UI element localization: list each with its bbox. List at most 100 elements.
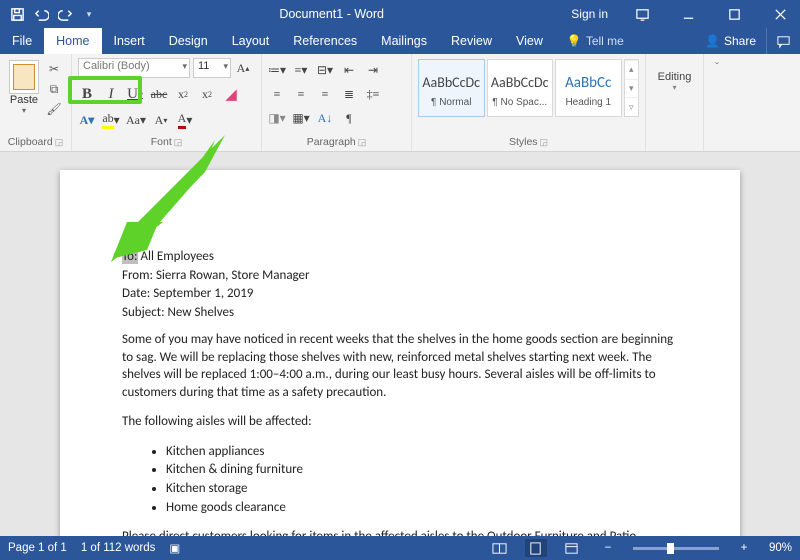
zoom-level[interactable]: 90%	[769, 542, 792, 554]
group-label-font: Font	[151, 136, 172, 148]
proofing-icon[interactable]: ▣	[169, 541, 180, 555]
group-editing: Editing▾	[646, 54, 704, 151]
sort-icon[interactable]: A↓	[316, 108, 334, 128]
quick-access-toolbar: ▾	[6, 3, 100, 25]
line-to[interactable]: To: All Employees	[122, 248, 678, 266]
change-case-icon[interactable]: Aa▾	[126, 110, 146, 130]
cut-icon[interactable]: ✂	[45, 61, 63, 77]
collapse-ribbon-icon[interactable]: ˇ	[704, 54, 730, 151]
styles-launcher-icon[interactable]: ◲	[540, 137, 549, 148]
web-layout-icon[interactable]	[561, 539, 583, 557]
tab-mailings[interactable]: Mailings	[369, 28, 439, 54]
ribbon: Paste ▾ ✂ ⧉ 🖌 Clipboard ◲ Calibri (Body)…	[0, 54, 800, 152]
borders-icon[interactable]: ▦▾	[292, 108, 310, 128]
tab-layout[interactable]: Layout	[220, 28, 282, 54]
style-heading-1[interactable]: AaBbCc Heading 1	[555, 59, 622, 117]
align-center-icon[interactable]: ≡	[292, 84, 310, 104]
decrease-indent-icon[interactable]: ⇤	[340, 60, 358, 80]
tab-home[interactable]: Home	[44, 28, 101, 54]
zoom-in-button[interactable]: +	[733, 539, 755, 557]
font-size-combo[interactable]: 11▾	[193, 58, 231, 78]
tab-view[interactable]: View	[504, 28, 555, 54]
share-button[interactable]: 👤Share	[695, 28, 766, 54]
status-word-count[interactable]: 1 of 112 words	[81, 542, 156, 554]
list-item[interactable]: Home goods clearance	[166, 499, 678, 517]
paste-button[interactable]: Paste ▾	[6, 57, 42, 123]
format-painter-icon[interactable]: 🖌	[45, 101, 63, 117]
line-from[interactable]: From: Sierra Rowan, Store Manager	[122, 267, 678, 285]
print-layout-icon[interactable]	[525, 539, 547, 557]
list-item[interactable]: Kitchen storage	[166, 480, 678, 498]
group-styles: AaBbCcDc ¶ Normal AaBbCcDc ¶ No Spac... …	[412, 54, 646, 151]
numbering-icon[interactable]: ≡▾	[292, 60, 310, 80]
font-name-combo[interactable]: Calibri (Body)▾	[78, 58, 190, 78]
undo-icon[interactable]	[30, 3, 52, 25]
line-date[interactable]: Date: September 1, 2019	[122, 285, 678, 303]
shading-icon[interactable]: ◨▾	[268, 108, 286, 128]
subscript-button[interactable]: x2	[174, 84, 192, 104]
tab-references[interactable]: References	[281, 28, 369, 54]
line-spacing-icon[interactable]: ‡≡	[364, 84, 382, 104]
text-effects-icon[interactable]: A▾	[78, 110, 96, 130]
editing-dropdown[interactable]: Editing▾	[652, 57, 697, 92]
bold-button[interactable]: B	[78, 84, 96, 104]
maximize-button[interactable]	[714, 0, 754, 28]
clear-formatting-icon[interactable]: ◢	[222, 84, 240, 104]
to-label-selected: To:	[122, 249, 138, 264]
read-mode-icon[interactable]	[489, 539, 511, 557]
multilevel-list-icon[interactable]: ⊟▾	[316, 60, 334, 80]
body-paragraph-2[interactable]: The following aisles will be affected:	[122, 413, 678, 431]
clipboard-launcher-icon[interactable]: ◲	[55, 137, 64, 148]
zoom-slider[interactable]	[633, 547, 719, 550]
tab-file[interactable]: File	[0, 28, 44, 54]
style-normal[interactable]: AaBbCcDc ¶ Normal	[418, 59, 485, 117]
highlight-color-icon[interactable]: ab▾	[102, 110, 120, 130]
ribbon-display-options-icon[interactable]	[622, 0, 662, 28]
redo-icon[interactable]	[54, 3, 76, 25]
body-paragraph-3[interactable]: Please direct customers looking for item…	[122, 528, 678, 536]
italic-button[interactable]: I	[102, 84, 120, 104]
group-label-paragraph: Paragraph	[307, 136, 356, 148]
show-hide-icon[interactable]: ¶	[340, 108, 358, 128]
body-paragraph-1[interactable]: Some of you may have noticed in recent w…	[122, 331, 678, 401]
paragraph-launcher-icon[interactable]: ◲	[358, 137, 367, 148]
list-item[interactable]: Kitchen appliances	[166, 443, 678, 461]
sign-in-link[interactable]: Sign in	[563, 7, 616, 21]
font-launcher-icon[interactable]: ◲	[174, 137, 183, 148]
share-icon: 👤	[705, 34, 720, 48]
ribbon-tabs: File Home Insert Design Layout Reference…	[0, 28, 800, 54]
status-page[interactable]: Page 1 of 1	[8, 542, 67, 554]
grow-font-icon[interactable]: A▴	[234, 58, 252, 78]
bullets-icon[interactable]: ≔▾	[268, 60, 286, 80]
group-paragraph: ≔▾ ≡▾ ⊟▾ ⇤ ⇥ ≡ ≡ ≡ ≣ ‡≡ ◨▾ ▦▾ A↓ ¶ Parag…	[262, 54, 412, 151]
save-icon[interactable]	[6, 3, 28, 25]
strikethrough-button[interactable]: abc	[150, 84, 168, 104]
tell-me-input[interactable]: 💡Tell me	[555, 28, 636, 54]
copy-icon[interactable]: ⧉	[45, 81, 63, 97]
font-color-icon[interactable]: A▾	[176, 110, 194, 130]
superscript-button[interactable]: x2	[198, 84, 216, 104]
justify-icon[interactable]: ≣	[340, 84, 358, 104]
align-right-icon[interactable]: ≡	[316, 84, 334, 104]
align-left-icon[interactable]: ≡	[268, 84, 286, 104]
comments-pane-icon[interactable]	[766, 28, 800, 54]
group-label-styles: Styles	[509, 136, 538, 148]
tab-review[interactable]: Review	[439, 28, 504, 54]
list-item[interactable]: Kitchen & dining furniture	[166, 461, 678, 479]
zoom-out-button[interactable]: −	[597, 539, 619, 557]
line-subject[interactable]: Subject: New Shelves	[122, 304, 678, 322]
qat-customize-icon[interactable]: ▾	[78, 3, 100, 25]
style-no-spacing[interactable]: AaBbCcDc ¶ No Spac...	[487, 59, 554, 117]
styles-gallery-scroll[interactable]: ▴▾▿	[624, 59, 639, 117]
tab-design[interactable]: Design	[157, 28, 220, 54]
shrink-font-icon[interactable]: A▾	[152, 110, 170, 130]
affected-aisles-list[interactable]: Kitchen appliances Kitchen & dining furn…	[166, 443, 678, 516]
underline-button[interactable]: U▾	[126, 84, 144, 104]
document-page[interactable]: To: All Employees From: Sierra Rowan, St…	[60, 170, 740, 536]
increase-indent-icon[interactable]: ⇥	[364, 60, 382, 80]
minimize-button[interactable]	[668, 0, 708, 28]
tab-insert[interactable]: Insert	[102, 28, 157, 54]
lightbulb-icon: 💡	[567, 34, 582, 48]
close-button[interactable]	[760, 0, 800, 28]
title-bar: ▾ Document1 - Word Sign in	[0, 0, 800, 28]
